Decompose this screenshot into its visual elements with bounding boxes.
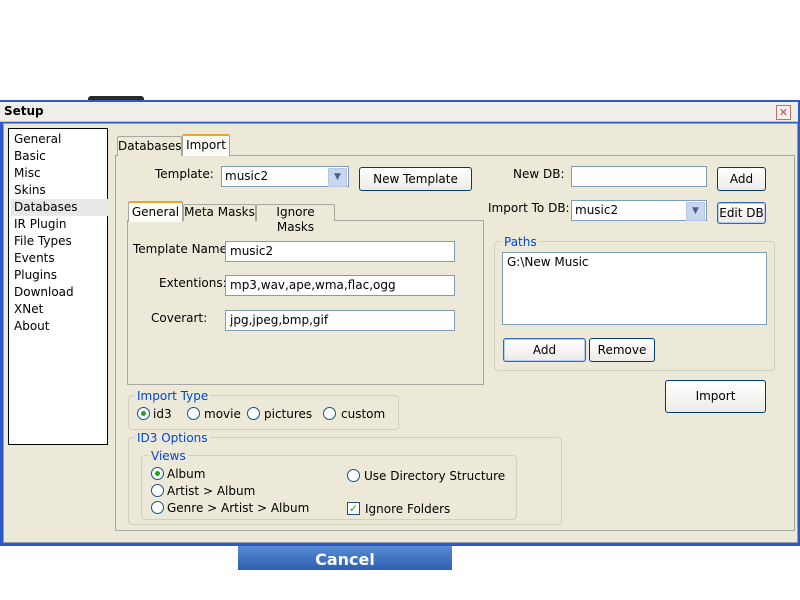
edit-db-button[interactable]: Edit DB [717,202,766,224]
template-select[interactable]: music2 ▼ [221,166,349,187]
nav-item-databases[interactable]: Databases [11,199,108,216]
radio-pictures[interactable] [247,407,260,420]
radio-custom[interactable] [323,407,336,420]
nav-item-plugins[interactable]: Plugins [11,267,108,284]
radio-view-artist-album[interactable] [151,484,164,497]
ignore-folders-label: Ignore Folders [365,502,451,516]
coverart-input[interactable]: jpg,jpeg,bmp,gif [225,310,455,331]
extensions-label: Extentions: [159,276,227,290]
id3-options-legend: ID3 Options [135,431,210,445]
coverart-label: Coverart: [151,311,208,325]
nav-item-basic[interactable]: Basic [11,148,108,165]
radio-id3[interactable] [137,407,150,420]
checkmark-icon: ✓ [348,502,359,515]
chevron-down-icon[interactable]: ▼ [686,202,705,221]
nav-item-general[interactable]: General [11,131,108,148]
radio-view-genre-artist-album-label: Genre > Artist > Album [167,501,310,515]
nav-item-xnet[interactable]: XNet [11,301,108,318]
tab-import[interactable]: Import [182,134,230,156]
extensions-input[interactable]: mp3,wav,ape,wma,flac,ogg [225,275,455,296]
nav-item-ir-plugin[interactable]: IR Plugin [11,216,108,233]
template-name-input[interactable]: music2 [225,241,455,262]
paths-list[interactable]: G:\New Music [502,252,767,325]
title-bar[interactable] [0,102,798,122]
import-to-db-select[interactable]: music2 ▼ [571,200,707,221]
radio-custom-label: custom [341,407,386,421]
radio-id3-label: id3 [153,407,172,421]
radio-movie[interactable] [187,407,200,420]
views-legend: Views [149,449,188,463]
subtab-ignore-masks[interactable]: Ignore Masks [256,204,335,234]
window-title: Setup [4,104,44,118]
settings-category-list[interactable]: General Basic Misc Skins Databases IR Pl… [8,128,108,445]
nav-item-file-types[interactable]: File Types [11,233,108,250]
ignore-folders-checkbox[interactable]: ✓ [347,502,360,515]
nav-item-skins[interactable]: Skins [11,182,108,199]
add-db-button[interactable]: Add [717,167,766,191]
add-path-button[interactable]: Add [503,338,586,362]
import-to-db-label: Import To DB: [488,201,570,215]
new-db-label: New DB: [513,167,565,181]
template-value: music2 [225,169,269,183]
radio-view-album-label: Album [167,467,206,481]
template-label: Template: [155,167,214,181]
chevron-down-icon[interactable]: ▼ [328,168,347,187]
subtab-meta-masks[interactable]: Meta Masks [183,204,256,221]
nav-item-events[interactable]: Events [11,250,108,267]
import-to-db-value: music2 [575,203,619,217]
nav-item-about[interactable]: About [11,318,108,335]
import-type-legend: Import Type [135,389,211,403]
radio-pictures-label: pictures [264,407,313,421]
radio-use-directory-structure[interactable] [347,469,360,482]
template-name-label: Template Name: [133,242,232,256]
radio-view-genre-artist-album[interactable] [151,501,164,514]
background-cancel-strip: Cancel [238,544,452,570]
tab-databases[interactable]: Databases [117,136,182,156]
new-template-button[interactable]: New Template [359,167,472,191]
paths-legend: Paths [502,235,539,249]
radio-movie-label: movie [204,407,241,421]
close-icon: ✕ [778,106,789,119]
remove-path-button[interactable]: Remove [589,338,655,362]
path-item[interactable]: G:\New Music [507,255,762,269]
radio-view-album[interactable] [151,467,164,480]
radio-view-artist-album-label: Artist > Album [167,484,256,498]
subtab-general[interactable]: General [128,201,183,222]
close-button[interactable]: ✕ [776,105,791,120]
use-directory-structure-label: Use Directory Structure [364,469,506,483]
import-button[interactable]: Import [665,380,766,413]
nav-item-misc[interactable]: Misc [11,165,108,182]
nav-item-download[interactable]: Download [11,284,108,301]
new-db-input[interactable] [571,166,707,187]
